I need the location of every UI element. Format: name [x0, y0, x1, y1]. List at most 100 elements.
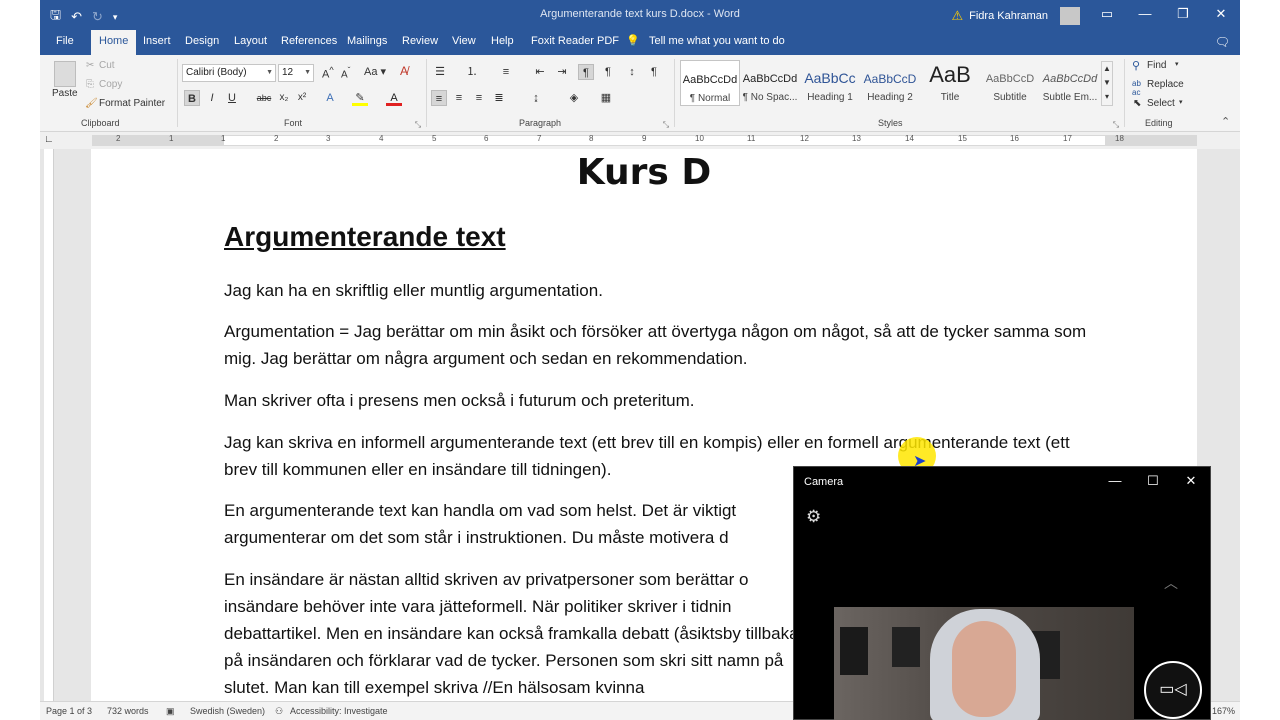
camera-window[interactable]: Camera — ☐ ✕ ⚙ ︿ ▭◁ [793, 466, 1211, 720]
minimize-icon[interactable]: — [1126, 0, 1164, 30]
ruler-label: 8 [589, 134, 594, 143]
comments-icon[interactable]: 🗨 [1215, 35, 1230, 49]
replace-button[interactable]: Replace [1147, 79, 1184, 90]
record-video-button[interactable]: ▭◁ [1144, 661, 1202, 719]
styles-scroll[interactable]: ▲ ▼ ▾ [1101, 61, 1113, 106]
user-area[interactable]: ⚠ Fidra Kahraman [951, 7, 1080, 25]
cut-icon[interactable]: ✂ [86, 60, 94, 71]
copy-icon[interactable]: ⎘ [86, 79, 94, 90]
borders-icon[interactable]: ▦ [598, 90, 614, 106]
font-name-combo[interactable]: Calibri (Body) ▼ [182, 64, 276, 82]
decrease-indent-icon[interactable]: ⇤ [532, 64, 548, 80]
font-size-combo[interactable]: 12 ▼ [278, 64, 314, 82]
style-normal[interactable]: AaBbCcDd ¶ Normal [680, 60, 740, 106]
page-count[interactable]: Page 1 of 3 [46, 706, 92, 716]
align-center-icon[interactable]: ≡ [451, 90, 467, 106]
style-no-spacing[interactable]: AaBbCcDd ¶ No Spac... [740, 60, 800, 106]
numbering-icon[interactable]: ⒈ [464, 64, 480, 80]
tab-insert[interactable]: Insert [143, 34, 171, 55]
text-effects-icon[interactable]: A [322, 90, 338, 106]
multilevel-list-icon[interactable]: ≡ [498, 64, 514, 80]
tab-references[interactable]: References [281, 34, 337, 55]
tab-file[interactable]: File [56, 34, 74, 55]
style-heading-1[interactable]: AaBbCc Heading 1 [800, 60, 860, 106]
dialog-launcher-icon[interactable]: ⤡ [658, 117, 674, 133]
style-subtle-emphasis[interactable]: AaBbCcDd Subtle Em... [1040, 60, 1100, 106]
bullets-icon[interactable]: ☰ [432, 64, 448, 80]
rtl-icon[interactable]: ¶ [600, 64, 616, 80]
subscript-icon[interactable]: x₂ [276, 90, 292, 106]
shrink-font-icon[interactable]: Aˇ [341, 65, 350, 80]
style-title[interactable]: AaB Title [920, 60, 980, 106]
ruler-label: 11 [747, 134, 756, 143]
chevron-down-icon[interactable]: ▾ [1175, 60, 1179, 68]
minimize-icon[interactable]: — [1096, 467, 1134, 495]
video-person-face [952, 621, 1016, 717]
proofing-icon[interactable]: ▣ [166, 706, 175, 717]
paste-icon[interactable] [54, 61, 76, 87]
tell-me-search[interactable]: Tell me what you want to do [649, 34, 785, 55]
find-button[interactable]: Find [1147, 60, 1166, 71]
collapse-ribbon-icon[interactable]: ⌃ [1221, 115, 1230, 128]
copy-button[interactable]: Copy [99, 79, 122, 90]
font-color-icon[interactable]: A [386, 90, 402, 106]
italic-icon[interactable]: I [204, 90, 220, 106]
grow-font-icon[interactable]: A^ [322, 65, 334, 81]
style-sample: AaBbCcDd [1042, 73, 1098, 85]
accessibility-status[interactable]: Accessibility: Investigate [290, 706, 388, 716]
shading-icon[interactable]: ◈ [566, 90, 582, 106]
show-formatting-icon[interactable]: ¶ [646, 64, 662, 80]
select-button[interactable]: Select [1147, 98, 1175, 109]
format-painter-button[interactable]: Format Painter [99, 98, 165, 109]
language[interactable]: Swedish (Sweden) [190, 706, 265, 716]
style-heading-2[interactable]: AaBbCcD Heading 2 [860, 60, 920, 106]
style-name: Heading 1 [807, 92, 853, 103]
tab-help[interactable]: Help [491, 34, 514, 55]
title-bar: 🖫 ↶ ↻ ▾ Argumenterande text kurs D.docx … [40, 0, 1240, 30]
ribbon-display-options-icon[interactable]: ▭ [1088, 0, 1126, 30]
underline-icon[interactable]: U [224, 90, 240, 106]
format-painter-icon[interactable]: 🖌 [85, 98, 98, 109]
vertical-ruler[interactable] [44, 149, 54, 701]
editing-group-label: Editing [1145, 118, 1173, 128]
tab-mailings[interactable]: Mailings [347, 34, 387, 55]
line-spacing-icon[interactable]: ↨ [528, 90, 544, 106]
chevron-up-icon[interactable]: ︿ [1164, 573, 1178, 593]
dialog-launcher-icon[interactable]: ⤡ [410, 117, 426, 133]
style-name: Subtle Em... [1042, 92, 1098, 103]
style-subtitle[interactable]: AaBbCcD Subtitle [980, 60, 1040, 106]
tab-selector-icon[interactable]: ∟ [44, 134, 54, 145]
tab-home[interactable]: Home [91, 30, 137, 55]
gear-icon[interactable]: ⚙ [806, 507, 821, 527]
zoom-level[interactable]: 167% [1212, 706, 1235, 716]
highlight-color-icon[interactable]: ✎ [352, 90, 368, 106]
sort-icon[interactable]: ↕ [624, 64, 640, 80]
align-left-icon[interactable]: ≡ [431, 90, 447, 106]
restore-icon[interactable]: ❐ [1164, 0, 1202, 30]
change-case-icon[interactable]: Aa ▾ [364, 65, 386, 78]
align-right-icon[interactable]: ≡ [471, 90, 487, 106]
justify-icon[interactable]: ≣ [491, 90, 507, 106]
bold-icon[interactable]: B [184, 90, 200, 106]
word-count[interactable]: 732 words [107, 706, 149, 716]
clear-formatting-icon[interactable]: A̸ [400, 64, 408, 78]
dialog-launcher-icon[interactable]: ⤡ [1108, 117, 1124, 133]
superscript-icon[interactable]: x² [294, 90, 310, 106]
close-icon[interactable]: ✕ [1202, 0, 1240, 30]
tab-review[interactable]: Review [402, 34, 438, 55]
paste-button[interactable]: Paste [52, 88, 78, 99]
cut-button[interactable]: Cut [99, 60, 115, 71]
close-icon[interactable]: ✕ [1172, 467, 1210, 495]
increase-indent-icon[interactable]: ⇥ [554, 64, 570, 80]
ltr-icon[interactable]: ¶ [578, 64, 594, 80]
maximize-icon[interactable]: ☐ [1134, 467, 1172, 495]
tab-view[interactable]: View [452, 34, 476, 55]
tab-foxit[interactable]: Foxit Reader PDF [531, 34, 619, 55]
strikethrough-icon[interactable]: abc [256, 90, 272, 106]
clipboard-group-label: Clipboard [81, 118, 120, 128]
tab-design[interactable]: Design [185, 34, 219, 55]
chevron-down-icon[interactable]: ▾ [1179, 98, 1183, 106]
horizontal-ruler[interactable]: ∟ 2 1 1 2 3 4 5 6 7 8 9 10 11 12 13 14 15 16 17 18 [40, 132, 1240, 149]
avatar [1060, 7, 1080, 25]
tab-layout[interactable]: Layout [234, 34, 267, 55]
